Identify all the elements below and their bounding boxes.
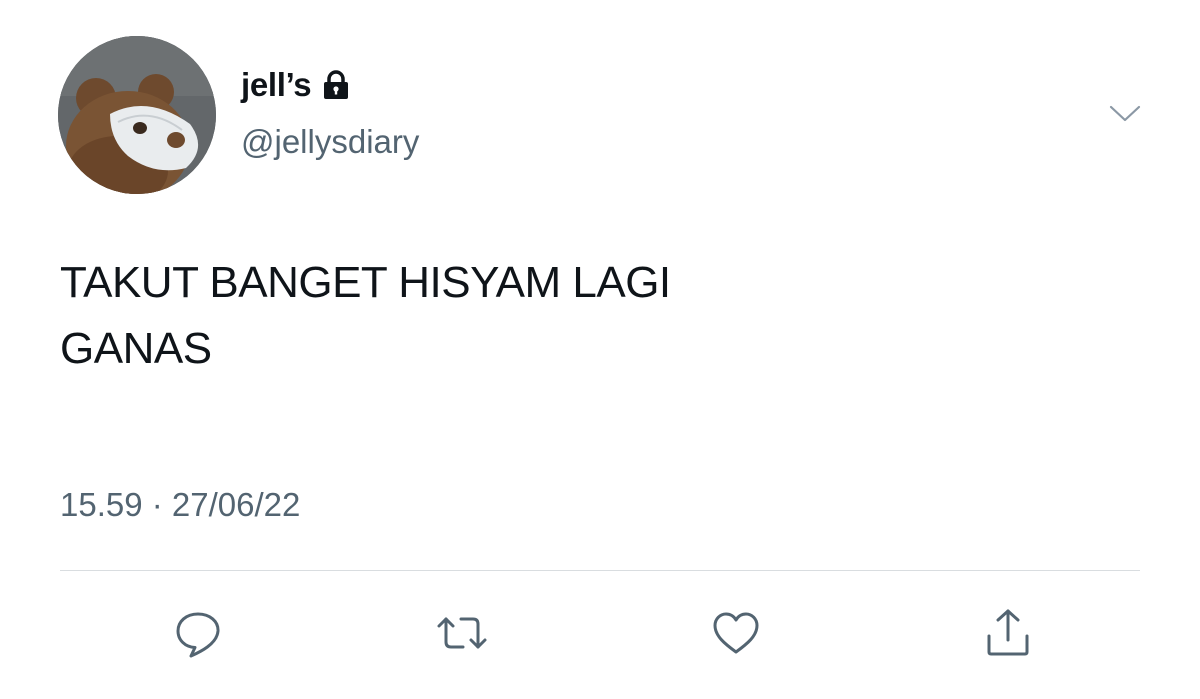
like-button[interactable] [706,603,766,663]
reply-icon [176,612,220,658]
heart-icon [713,612,759,654]
author-handle[interactable]: @jellysdiary [241,123,419,161]
retweet-icon [437,617,487,649]
avatar-image [58,36,216,194]
share-icon [987,609,1029,656]
share-button[interactable] [978,603,1038,663]
retweet-button[interactable] [432,603,492,663]
display-name-text: jell’s [241,66,312,103]
divider [60,570,1140,571]
avatar[interactable] [58,36,216,194]
action-bar [0,603,1200,663]
tweet-text: TAKUT BANGET HISYAM LAGI GANAS [60,250,1140,382]
tweet-timestamp[interactable]: 15.59 · 27/06/22 [60,486,300,524]
author-display-name[interactable]: jell’s [241,66,351,104]
tweet-text-line: TAKUT BANGET HISYAM LAGI [60,258,671,307]
chevron-down-icon[interactable] [1108,100,1142,126]
reply-button[interactable] [168,603,228,663]
tweet-text-line: GANAS [60,324,212,373]
lock-icon [321,70,351,100]
